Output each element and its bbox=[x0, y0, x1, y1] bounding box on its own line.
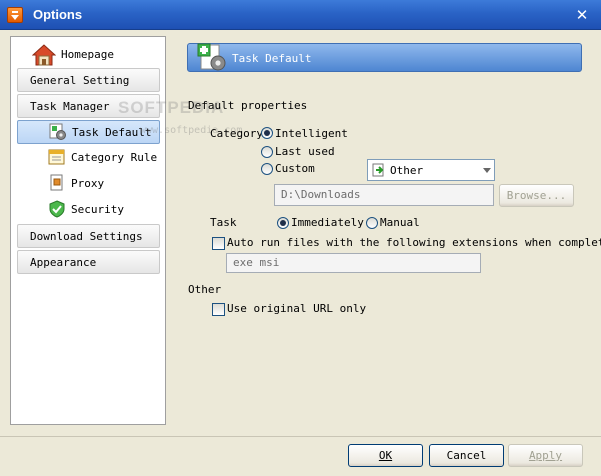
sidebar-item-label: Homepage bbox=[61, 48, 114, 61]
close-button[interactable]: ✕ bbox=[573, 6, 591, 24]
house-icon bbox=[32, 44, 56, 66]
sidebar-item-label: General Setting bbox=[30, 74, 130, 87]
sidebar-item-label: Download Settings bbox=[30, 230, 143, 243]
options-sidebar: Homepage General Setting Task Manager Ta… bbox=[10, 36, 166, 425]
category-intelligent-label: Intelligent bbox=[275, 127, 348, 140]
category-intelligent-radio[interactable] bbox=[261, 127, 273, 139]
ok-button-label: OK bbox=[378, 449, 393, 462]
apply-button-label: Apply bbox=[528, 449, 563, 462]
sidebar-item-appearance[interactable]: Appearance bbox=[17, 250, 160, 274]
cancel-button-label: Cancel bbox=[446, 449, 487, 462]
auto-run-label: Auto run files with the following extens… bbox=[227, 236, 601, 249]
sidebar-item-label: Appearance bbox=[30, 256, 97, 269]
sidebar-item-label: Proxy bbox=[71, 177, 105, 190]
sidebar-item-label: Security bbox=[71, 203, 124, 216]
category-label: Category bbox=[210, 127, 263, 140]
extensions-input[interactable]: exe msi bbox=[226, 253, 481, 273]
task-label: Task bbox=[210, 216, 237, 229]
browse-button[interactable]: Browse... bbox=[499, 184, 574, 207]
proxy-icon bbox=[50, 174, 63, 191]
other-heading: Other bbox=[188, 283, 222, 296]
calendar-rule-icon bbox=[48, 149, 65, 165]
original-url-checkbox[interactable] bbox=[212, 303, 225, 316]
download-path-input[interactable]: D:\Downloads bbox=[274, 184, 494, 206]
category-last-used-label: Last used bbox=[275, 145, 335, 158]
chevron-down-icon bbox=[483, 168, 491, 173]
shield-icon bbox=[49, 200, 65, 218]
task-manual-radio[interactable] bbox=[366, 217, 378, 229]
sidebar-item-proxy[interactable]: Proxy bbox=[17, 172, 160, 196]
task-default-icon bbox=[49, 123, 66, 140]
window-title: Options bbox=[33, 7, 83, 22]
category-last-used-radio[interactable] bbox=[261, 146, 273, 158]
task-immediately-label: Immediately bbox=[291, 216, 364, 229]
sidebar-item-label: Category Rule bbox=[71, 151, 158, 164]
cancel-button[interactable]: Cancel bbox=[429, 444, 504, 467]
sidebar-item-task-default[interactable]: Task Default bbox=[17, 120, 160, 144]
ok-button[interactable]: OK bbox=[348, 444, 423, 467]
category-select-value: Other bbox=[390, 164, 424, 177]
apply-button[interactable]: Apply bbox=[508, 444, 583, 467]
section-header: Task Default bbox=[187, 43, 582, 72]
sidebar-item-security[interactable]: Security bbox=[17, 198, 160, 222]
default-properties-heading: Default properties bbox=[188, 99, 308, 112]
sidebar-item-label: Task Manager bbox=[30, 100, 110, 113]
footer-divider bbox=[0, 436, 601, 437]
title-bar: Options ✕ bbox=[0, 0, 601, 30]
task-manual-label: Manual bbox=[380, 216, 420, 229]
auto-run-checkbox[interactable] bbox=[212, 237, 225, 250]
sidebar-item-download-settings[interactable]: Download Settings bbox=[17, 224, 160, 248]
other-category-icon bbox=[372, 163, 384, 177]
category-custom-label: Custom bbox=[275, 162, 315, 175]
page-title: Task Default bbox=[232, 52, 312, 65]
original-url-label: Use original URL only bbox=[227, 302, 367, 315]
task-default-large-icon bbox=[197, 43, 226, 71]
sidebar-item-homepage[interactable]: Homepage bbox=[17, 43, 160, 67]
category-select[interactable]: Other bbox=[367, 159, 495, 181]
category-custom-radio[interactable] bbox=[261, 163, 273, 175]
sidebar-item-general-setting[interactable]: General Setting bbox=[17, 68, 160, 92]
app-download-icon bbox=[7, 7, 23, 23]
task-immediately-radio[interactable] bbox=[277, 217, 289, 229]
sidebar-item-category-rule[interactable]: Category Rule bbox=[17, 146, 160, 170]
